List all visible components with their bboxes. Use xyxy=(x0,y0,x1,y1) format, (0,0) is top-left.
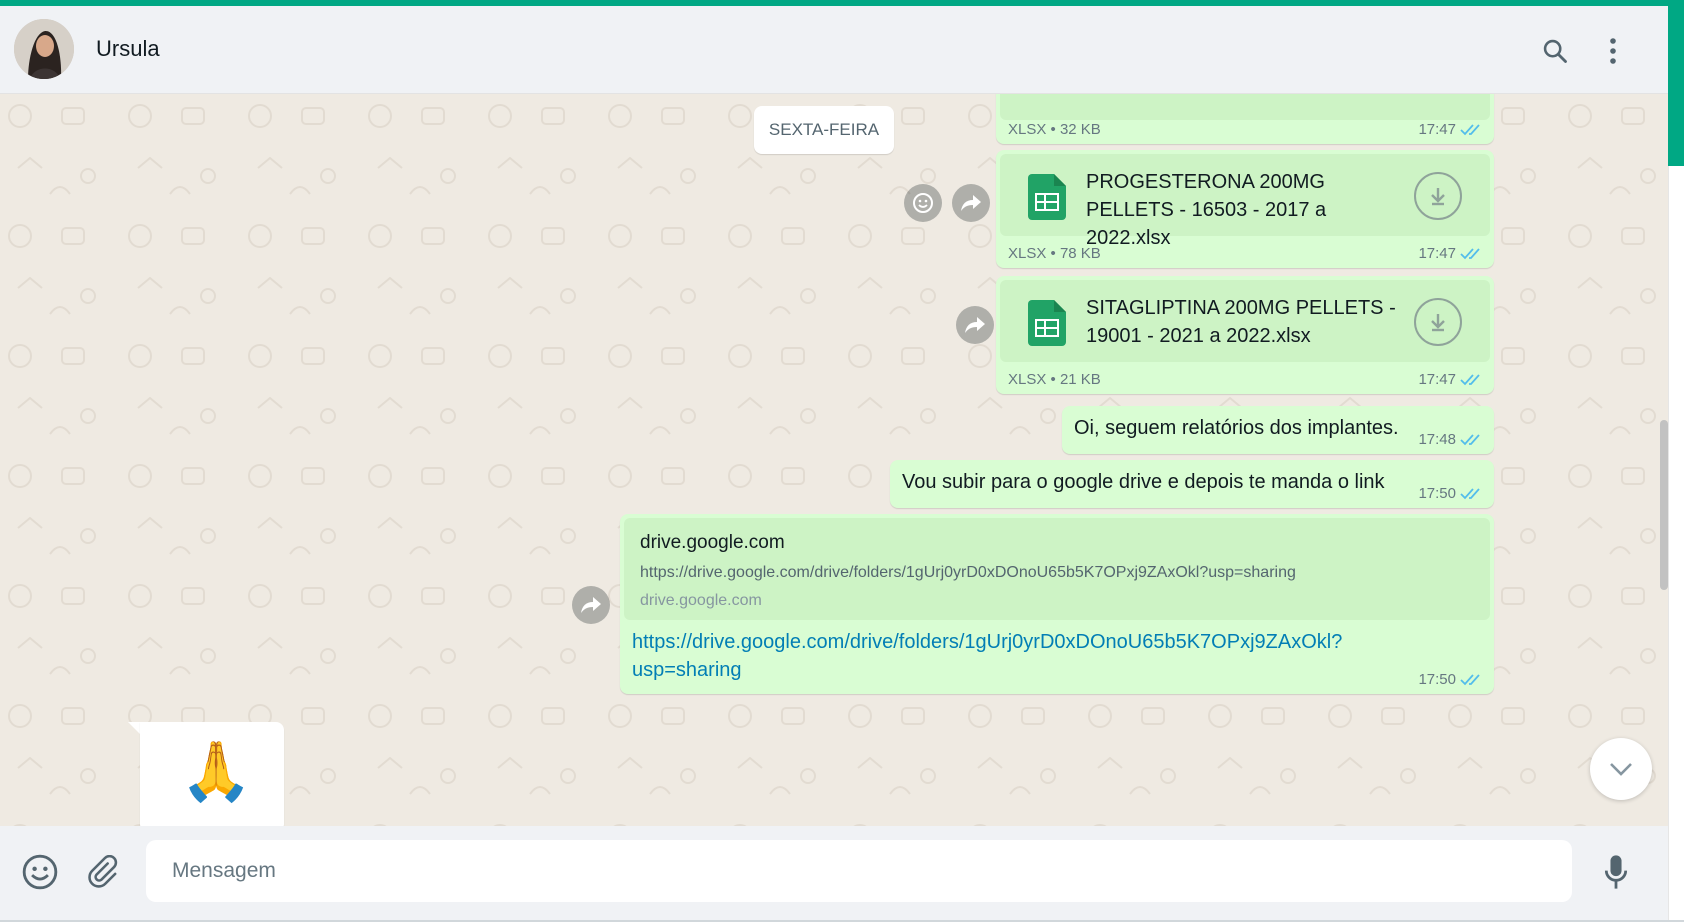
document-card[interactable]: PROGESTERONA 200MG PELLETS - 16503 - 201… xyxy=(1000,154,1490,249)
chat-header: Ursula xyxy=(0,6,1668,94)
message-body: Oi, seguem relatórios dos implantes. xyxy=(1074,417,1399,439)
scroll-down-button[interactable] xyxy=(1590,738,1652,800)
message-status: 17:50 xyxy=(1418,485,1484,502)
link-preview-title: drive.google.com xyxy=(640,532,785,553)
spreadsheet-file-icon xyxy=(1028,174,1066,220)
message-time: 17:47 xyxy=(1418,121,1456,138)
document-card[interactable] xyxy=(1000,94,1490,120)
message-document[interactable]: PROGESTERONA 200MG PELLETS - 16503 - 201… xyxy=(996,150,1494,268)
composer-bar xyxy=(0,826,1668,920)
file-type: XLSX xyxy=(1008,121,1047,138)
message-status: 17:47 xyxy=(1418,121,1484,138)
file-meta: XLSX • 21 KB xyxy=(1008,371,1101,388)
message-text[interactable]: Oi, seguem relatórios dos implantes. 17:… xyxy=(1062,406,1494,454)
document-name: SITAGLIPTINA 200MG PELLETS - 19001 - 202… xyxy=(1086,297,1396,347)
link-text-line2[interactable]: usp=sharing xyxy=(632,659,742,681)
double-check-icon xyxy=(1460,373,1480,385)
message-body: Vou subir para o google drive e depois t… xyxy=(902,471,1385,493)
double-check-icon xyxy=(1460,487,1480,499)
message-text[interactable]: Vou subir para o google drive e depois t… xyxy=(890,460,1494,508)
attach-icon[interactable] xyxy=(80,850,124,894)
message-status: 17:47 xyxy=(1418,371,1484,388)
message-time: 17:50 xyxy=(1418,671,1456,688)
message-status: 17:47 xyxy=(1418,245,1484,262)
double-check-icon xyxy=(1460,247,1480,259)
file-type: XLSX xyxy=(1008,245,1047,262)
spreadsheet-file-icon xyxy=(1028,300,1066,346)
message-status: 17:48 xyxy=(1418,431,1484,448)
link-preview-card[interactable]: drive.google.com https://drive.google.co… xyxy=(624,518,1490,620)
file-type: XLSX xyxy=(1008,371,1047,388)
link-preview-url: https://drive.google.com/drive/folders/1… xyxy=(640,564,1296,581)
double-check-icon xyxy=(1460,433,1480,445)
message-emoji: 🙏 xyxy=(180,737,253,805)
message-time: 17:47 xyxy=(1418,371,1456,388)
message-time: 17:48 xyxy=(1418,431,1456,448)
message-time: 17:47 xyxy=(1418,245,1456,262)
file-size: 78 KB xyxy=(1059,245,1101,262)
message-link-text[interactable]: https://drive.google.com/drive/folders/1… xyxy=(632,628,1372,684)
message-document[interactable]: SITAGLIPTINA 200MG PELLETS - 19001 - 202… xyxy=(996,276,1494,394)
emoji-reaction-icon[interactable] xyxy=(904,184,942,222)
emoji-icon[interactable] xyxy=(18,850,62,894)
message-list[interactable]: SEXTA-FEIRA XLSX • 32 KB 17:47 PROGESTER… xyxy=(0,94,1668,826)
avatar[interactable] xyxy=(14,19,74,79)
file-size: 32 KB xyxy=(1059,121,1101,138)
file-size: 21 KB xyxy=(1059,371,1101,388)
double-check-icon xyxy=(1460,123,1480,135)
file-meta: XLSX • 78 KB xyxy=(1008,245,1101,262)
document-name: PROGESTERONA 200MG PELLETS - 16503 - 201… xyxy=(1086,171,1327,249)
chat-scrollbar-thumb[interactable] xyxy=(1660,420,1668,590)
link-text-line1[interactable]: https://drive.google.com/drive/folders/1… xyxy=(632,631,1342,653)
contact-name[interactable]: Ursula xyxy=(96,36,160,62)
message-input[interactable] xyxy=(146,840,1572,902)
download-icon[interactable] xyxy=(1414,172,1462,220)
window-accent-strip xyxy=(1668,6,1684,166)
forward-icon[interactable] xyxy=(952,184,990,222)
message-time: 17:50 xyxy=(1418,485,1456,502)
file-meta: XLSX • 32 KB xyxy=(1008,121,1101,138)
menu-icon[interactable] xyxy=(1596,34,1630,68)
forward-icon[interactable] xyxy=(572,586,610,624)
message-link[interactable]: drive.google.com https://drive.google.co… xyxy=(620,514,1494,694)
mic-icon[interactable] xyxy=(1594,850,1638,894)
message-incoming-emoji[interactable]: 🙏 xyxy=(140,722,284,826)
double-check-icon xyxy=(1460,673,1480,685)
forward-icon[interactable] xyxy=(956,306,994,344)
search-icon[interactable] xyxy=(1538,34,1572,68)
message-document[interactable]: XLSX • 32 KB 17:47 xyxy=(996,94,1494,144)
date-separator: SEXTA-FEIRA xyxy=(754,106,894,154)
chevron-down-icon xyxy=(1610,763,1632,776)
document-card[interactable]: SITAGLIPTINA 200MG PELLETS - 19001 - 202… xyxy=(1000,280,1490,362)
message-status: 17:50 xyxy=(1418,671,1484,688)
link-preview-domain: drive.google.com xyxy=(640,592,762,609)
download-icon[interactable] xyxy=(1414,298,1462,346)
